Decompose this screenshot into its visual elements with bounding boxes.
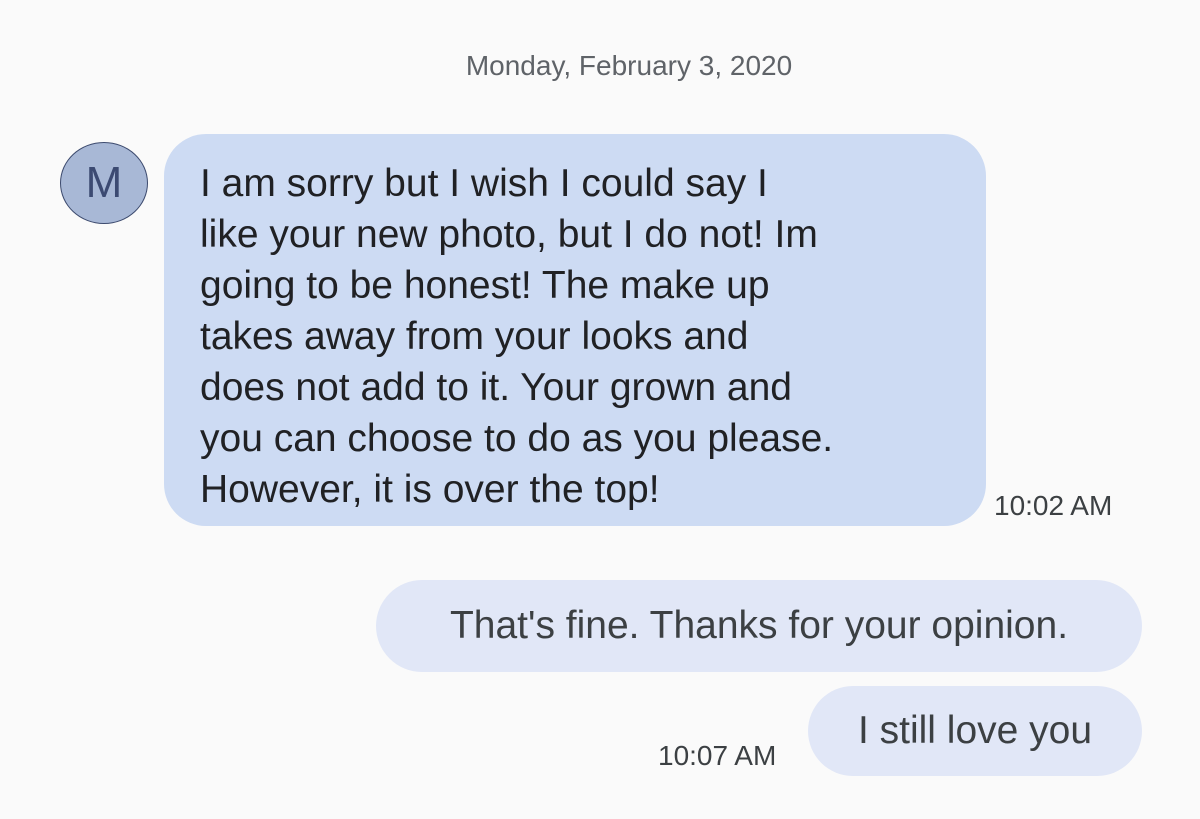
date-header: Monday, February 3, 2020 — [465, 50, 793, 81]
message-text: I still love you — [857, 709, 1093, 752]
avatar-initial: M — [85, 158, 123, 207]
outgoing-message-bubble[interactable]: That's fine. Thanks for your opinion. — [376, 580, 1142, 672]
contact-avatar[interactable]: M — [60, 142, 148, 224]
incoming-message-bubble[interactable]: I am sorry but I wish I could say I like… — [164, 134, 986, 526]
message-timestamp: 10:07 AM — [658, 740, 777, 771]
message-text: That's fine. Thanks for your opinion. — [449, 604, 1069, 647]
outgoing-message-bubble[interactable]: I still love you — [808, 686, 1142, 776]
message-timestamp: 10:02 AM — [994, 490, 1113, 521]
